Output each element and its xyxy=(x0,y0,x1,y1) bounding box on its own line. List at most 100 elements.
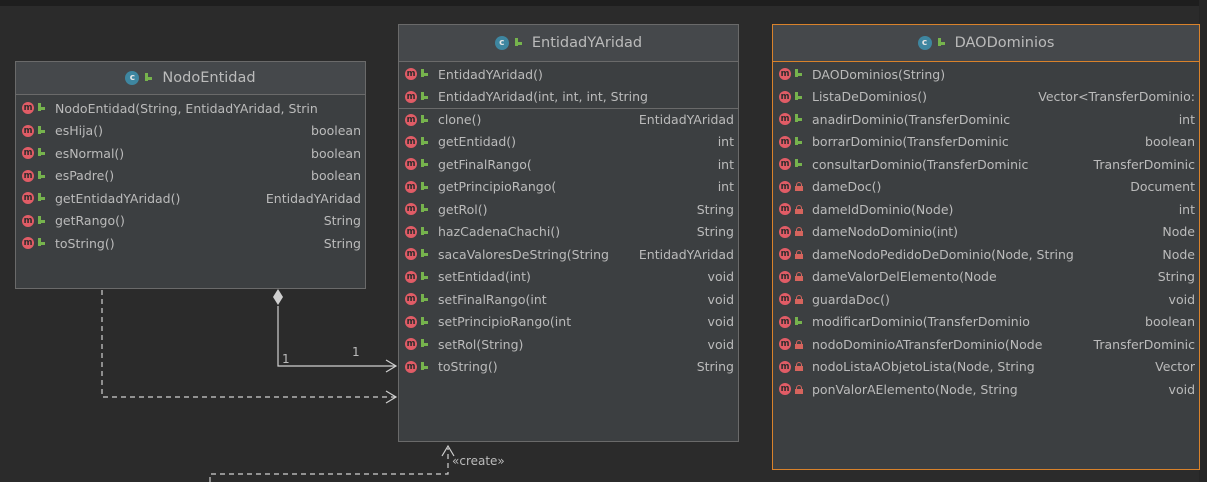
method-row[interactable]: m dameNodoPedidoDeDominio(Node, String Nod… xyxy=(773,243,1199,266)
method-row[interactable]: m EntidadYAridad(int, int, int, String xyxy=(399,86,738,109)
private-access-icon xyxy=(795,272,803,282)
public-access-icon xyxy=(421,136,430,147)
method-row[interactable]: m dameDoc() Document xyxy=(773,176,1199,199)
method-row[interactable]: m getPrincipioRango(int xyxy=(399,176,738,199)
method-row[interactable]: m nodoListaAObjetoLista(Node, String Vecto… xyxy=(773,356,1199,379)
method-list: m EntidadYAridad() m EntidadYAridad(int, in… xyxy=(399,62,738,378)
method-icon: m xyxy=(779,248,791,261)
method-name: toString() xyxy=(438,359,498,375)
method-icon: m xyxy=(405,248,417,261)
method-icon: m xyxy=(405,180,417,193)
public-access-icon xyxy=(38,125,47,136)
method-row[interactable]: m setPrincipioRango(int void xyxy=(399,311,738,334)
method-icon: m xyxy=(405,225,417,238)
method-row[interactable]: m clone() EntidadYAridad xyxy=(399,108,738,131)
method-row[interactable]: m consultarDominio(TransferDominic Transfe… xyxy=(773,153,1199,176)
method-row[interactable]: m esPadre() boolean xyxy=(16,165,365,188)
method-icon: m xyxy=(779,225,791,238)
class-header[interactable]: c DAODominios xyxy=(773,25,1199,62)
method-row[interactable]: m DAODominios(String) xyxy=(773,63,1199,86)
class-title: DAODominios xyxy=(954,35,1055,51)
method-row[interactable]: m anadirDominio(TransferDominic int xyxy=(773,108,1199,131)
public-access-icon xyxy=(38,170,47,181)
method-row[interactable]: m NodoEntidad(String, EntidadYAridad, Str… xyxy=(16,97,365,120)
method-row[interactable]: m getEntidadYAridad() EntidadYAridad xyxy=(16,187,365,210)
method-return-type: Document xyxy=(1130,179,1195,195)
class-title: NodoEntidad xyxy=(162,70,256,86)
method-row[interactable]: m guardaDoc() void xyxy=(773,288,1199,311)
method-row[interactable]: m borrarDominio(TransferDominic boolean xyxy=(773,131,1199,154)
method-row[interactable]: m setEntidad(int) void xyxy=(399,266,738,289)
method-row[interactable]: m nodoDominioATransferDominio(Node Transfe… xyxy=(773,333,1199,356)
method-row[interactable]: m esHija() boolean xyxy=(16,120,365,143)
public-access-icon xyxy=(421,226,430,237)
method-name: EntidadYAridad() xyxy=(438,66,543,82)
method-row[interactable]: m getFinalRango(int xyxy=(399,153,738,176)
private-access-icon xyxy=(795,182,803,192)
method-row[interactable]: m hazCadenaChachi() String xyxy=(399,221,738,244)
method-name: getRango() xyxy=(55,213,125,229)
method-return-type: String xyxy=(323,235,361,251)
method-row[interactable]: m esNormal() boolean xyxy=(16,142,365,165)
method-icon: m xyxy=(779,90,791,103)
method-name: consultarDominio(TransferDominic xyxy=(812,156,1029,172)
class-header[interactable]: c EntidadYAridad xyxy=(399,25,738,62)
method-row[interactable]: m modificarDominio(TransferDominio boolean xyxy=(773,311,1199,334)
public-access-icon xyxy=(937,38,947,48)
class-box-nodo-entidad[interactable]: c NodoEntidad m NodoEntidad(String, Entid… xyxy=(15,61,366,289)
method-row[interactable]: m ponValorAElemento(Node, String void xyxy=(773,378,1199,401)
method-return-type: void xyxy=(707,269,734,285)
method-return-type: boolean xyxy=(1145,134,1195,150)
private-access-icon xyxy=(795,339,803,349)
method-list: m DAODominios(String) m ListaDeDominios() Ve… xyxy=(773,62,1199,401)
public-access-icon xyxy=(795,91,804,102)
method-name: dameDoc() xyxy=(812,179,882,195)
multiplicity-right: 1 xyxy=(352,345,360,359)
method-name: getPrincipioRango( xyxy=(438,179,557,195)
public-access-icon xyxy=(421,339,430,349)
method-icon: m xyxy=(779,135,791,148)
dependency-line xyxy=(101,290,396,398)
method-row[interactable]: m dameIdDominio(Node) int xyxy=(773,198,1199,221)
method-row[interactable]: m getRol() String xyxy=(399,198,738,221)
method-row[interactable]: m toString() String xyxy=(16,232,365,255)
method-return-type: boolean xyxy=(1145,314,1195,330)
method-name: nodoListaAObjetoLista(Node, String xyxy=(812,359,1035,375)
method-row[interactable]: m sacaValoresDeString(String EntidadYArida… xyxy=(399,243,738,266)
class-box-dao-dominios[interactable]: c DAODominios m DAODominios(String) m Lista… xyxy=(772,24,1200,470)
method-row[interactable]: m getRango() String xyxy=(16,210,365,233)
method-row[interactable]: m dameValorDelElemento(Node String xyxy=(773,266,1199,289)
class-header[interactable]: c NodoEntidad xyxy=(16,62,365,95)
public-access-icon xyxy=(421,294,430,304)
method-row[interactable]: m getEntidad() int xyxy=(399,131,738,154)
method-return-type: boolean xyxy=(311,168,361,184)
method-name: hazCadenaChachi() xyxy=(438,224,561,240)
method-icon: m xyxy=(779,68,791,81)
method-name: esPadre() xyxy=(55,168,115,184)
method-return-type: Node xyxy=(1162,246,1195,262)
create-line xyxy=(209,448,449,482)
method-return-type: EntidadYAridad xyxy=(638,112,734,128)
method-row[interactable]: m ListaDeDominios() Vector<TransferDominio… xyxy=(773,86,1199,109)
method-icon: m xyxy=(405,315,417,328)
method-row[interactable]: m EntidadYAridad() xyxy=(399,63,738,86)
method-icon: m xyxy=(779,360,791,373)
private-access-icon xyxy=(795,249,803,259)
method-name: getEntidadYAridad() xyxy=(55,190,181,206)
method-icon: m xyxy=(405,203,417,216)
method-row[interactable]: m toString() String xyxy=(399,356,738,379)
class-box-entidad-y-aridad[interactable]: c EntidadYAridad m EntidadYAridad() m Entid… xyxy=(398,24,739,442)
method-name: sacaValoresDeString(String xyxy=(438,246,609,262)
method-name: dameNodoPedidoDeDominio(Node, String xyxy=(812,246,1074,262)
method-name: dameNodoDominio(int) xyxy=(812,224,959,240)
method-return-type: boolean xyxy=(311,145,361,161)
public-access-icon xyxy=(421,181,430,192)
method-return-type: Vector xyxy=(1155,359,1195,375)
multiplicity-left: 1 xyxy=(282,352,290,366)
method-row[interactable]: m setFinalRango(int void xyxy=(399,288,738,311)
method-list: m NodoEntidad(String, EntidadYAridad, Str… xyxy=(16,95,365,255)
method-name: dameIdDominio(Node) xyxy=(812,201,954,217)
public-access-icon xyxy=(795,159,804,169)
method-row[interactable]: m setRol(String) void xyxy=(399,333,738,356)
method-row[interactable]: m dameNodoDominio(int) Node xyxy=(773,221,1199,244)
